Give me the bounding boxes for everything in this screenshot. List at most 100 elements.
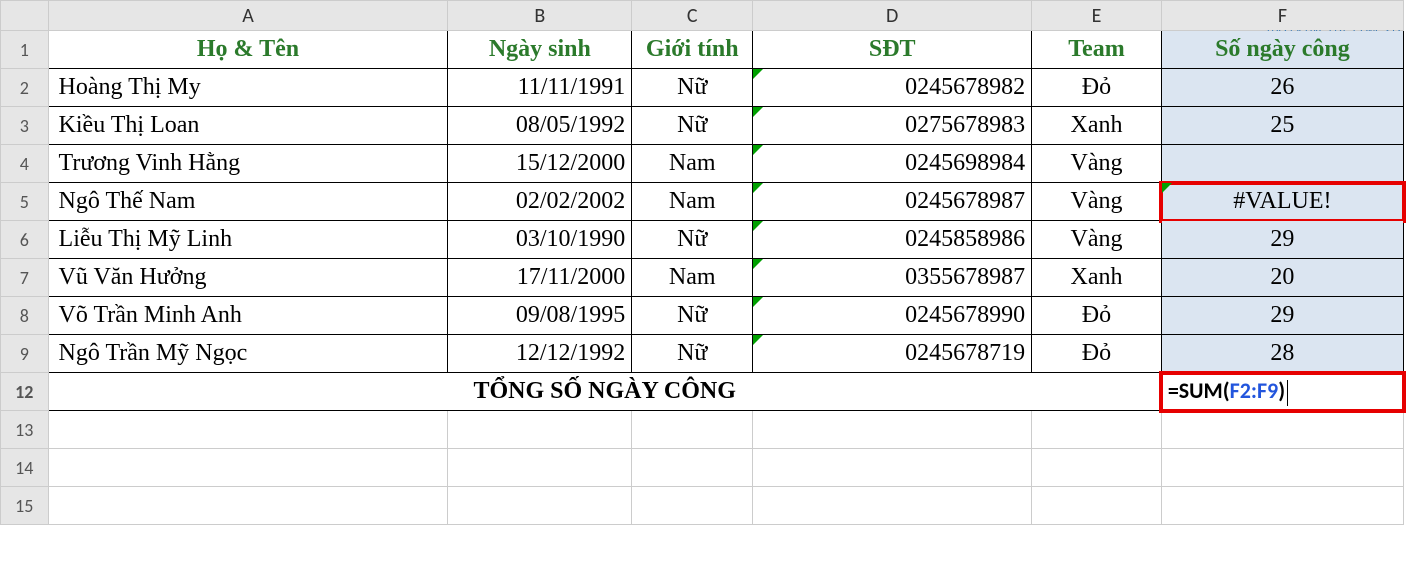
cell-gender[interactable]: Nam [632, 259, 753, 297]
empty-cell[interactable] [1032, 449, 1162, 487]
table-row: 5 Ngô Thế Nam 02/02/2002 Nam 0245678987 … [1, 183, 1404, 221]
total-label-cell[interactable]: TỔNG SỐ NGÀY CÔNG [48, 373, 1161, 411]
row-header[interactable]: 9 [1, 335, 49, 373]
cell-phone[interactable]: 0245678719 [753, 335, 1032, 373]
cell-gender[interactable]: Nữ [632, 221, 753, 259]
row-header[interactable]: 7 [1, 259, 49, 297]
col-header-A[interactable]: A [48, 1, 448, 31]
select-all-corner[interactable] [1, 1, 49, 31]
formula-editing-cell[interactable]: =SUM(F2:F9) [1161, 373, 1403, 411]
row-header[interactable]: 1 [1, 31, 49, 69]
empty-cell[interactable] [1032, 411, 1162, 449]
formula-prefix: =SUM( [1168, 377, 1230, 404]
row-header[interactable]: 12 [1, 373, 49, 411]
empty-cell[interactable] [753, 487, 1032, 525]
header-name[interactable]: Họ & Tên [48, 31, 448, 69]
cell-phone[interactable]: 0275678983 [753, 107, 1032, 145]
cell-team[interactable]: Xanh [1032, 259, 1162, 297]
empty-row: 13 [1, 411, 1404, 449]
cell-phone[interactable]: 0355678987 [753, 259, 1032, 297]
empty-cell[interactable] [48, 487, 448, 525]
cell-name[interactable]: Ngô Thế Nam [48, 183, 448, 221]
cell-gender[interactable]: Nam [632, 183, 753, 221]
cell-dob[interactable]: 15/12/2000 [448, 145, 632, 183]
cell-phone[interactable]: 0245678982 [753, 69, 1032, 107]
empty-cell[interactable] [448, 411, 632, 449]
cell-team[interactable]: Xanh [1032, 107, 1162, 145]
cell-phone[interactable]: 0245678990 [753, 297, 1032, 335]
cell-phone[interactable]: 0245698984 [753, 145, 1032, 183]
cell-team[interactable]: Đỏ [1032, 69, 1162, 107]
col-header-C[interactable]: C [632, 1, 753, 31]
cell-name[interactable]: Vũ Văn Hưởng [48, 259, 448, 297]
cell-dob[interactable]: 09/08/1995 [448, 297, 632, 335]
spreadsheet-grid[interactable]: A B C D E F 1 Họ & Tên Ngày sinh Giới tí… [0, 0, 1404, 525]
header-phone[interactable]: SĐT [753, 31, 1032, 69]
cell-phone[interactable]: 0245678987 [753, 183, 1032, 221]
empty-cell[interactable] [753, 411, 1032, 449]
empty-cell[interactable] [448, 449, 632, 487]
empty-cell[interactable] [48, 449, 448, 487]
header-gender[interactable]: Giới tính [632, 31, 753, 69]
empty-cell[interactable] [753, 449, 1032, 487]
cell-dob[interactable]: 17/11/2000 [448, 259, 632, 297]
empty-cell[interactable] [632, 487, 753, 525]
cell-workdays[interactable]: 29 [1161, 297, 1403, 335]
cell-name[interactable]: Hoàng Thị My [48, 69, 448, 107]
cell-workdays[interactable]: 26 [1161, 69, 1403, 107]
cell-workdays-error[interactable]: #VALUE! [1161, 183, 1403, 221]
empty-cell[interactable] [1161, 411, 1403, 449]
col-header-B[interactable]: B [448, 1, 632, 31]
cell-workdays[interactable]: 20 [1161, 259, 1403, 297]
cell-gender[interactable]: Nam [632, 145, 753, 183]
cell-dob[interactable]: 12/12/1992 [448, 335, 632, 373]
cell-name[interactable]: Ngô Trần Mỹ Ngọc [48, 335, 448, 373]
empty-cell[interactable] [448, 487, 632, 525]
cell-dob[interactable]: 02/02/2002 [448, 183, 632, 221]
empty-cell[interactable] [1032, 487, 1162, 525]
cell-gender[interactable]: Nữ [632, 107, 753, 145]
cell-gender[interactable]: Nữ [632, 297, 753, 335]
row-header[interactable]: 5 [1, 183, 49, 221]
col-header-D[interactable]: D [753, 1, 1032, 31]
cell-workdays[interactable] [1161, 145, 1403, 183]
cell-phone[interactable]: 0245858986 [753, 221, 1032, 259]
empty-cell[interactable] [632, 449, 753, 487]
col-header-F[interactable]: F [1161, 1, 1403, 31]
empty-cell[interactable] [1161, 487, 1403, 525]
cell-gender[interactable]: Nữ [632, 335, 753, 373]
empty-cell[interactable] [632, 411, 753, 449]
header-workdays[interactable]: Số ngày công [1161, 31, 1403, 69]
cell-name[interactable]: Võ Trần Minh Anh [48, 297, 448, 335]
row-header[interactable]: 4 [1, 145, 49, 183]
cell-name[interactable]: Kiều Thị Loan [48, 107, 448, 145]
row-header[interactable]: 6 [1, 221, 49, 259]
cell-workdays[interactable]: 28 [1161, 335, 1403, 373]
row-header[interactable]: 14 [1, 449, 49, 487]
cell-name[interactable]: Liễu Thị Mỹ Linh [48, 221, 448, 259]
cell-dob[interactable]: 08/05/1992 [448, 107, 632, 145]
empty-cell[interactable] [48, 411, 448, 449]
row-header[interactable]: 3 [1, 107, 49, 145]
cell-dob[interactable]: 03/10/1990 [448, 221, 632, 259]
empty-cell[interactable] [1161, 449, 1403, 487]
column-header-row: A B C D E F [1, 1, 1404, 31]
row-header[interactable]: 8 [1, 297, 49, 335]
cell-team[interactable]: Đỏ [1032, 335, 1162, 373]
row-header[interactable]: 13 [1, 411, 49, 449]
header-dob[interactable]: Ngày sinh [448, 31, 632, 69]
row-header[interactable]: 2 [1, 69, 49, 107]
cell-name[interactable]: Trương Vinh Hằng [48, 145, 448, 183]
cell-team[interactable]: Vàng [1032, 183, 1162, 221]
cell-team[interactable]: Đỏ [1032, 297, 1162, 335]
formula-reference: F2:F9 [1230, 377, 1279, 404]
row-header[interactable]: 15 [1, 487, 49, 525]
cell-team[interactable]: Vàng [1032, 145, 1162, 183]
cell-workdays[interactable]: 25 [1161, 107, 1403, 145]
cell-workdays[interactable]: 29 [1161, 221, 1403, 259]
cell-gender[interactable]: Nữ [632, 69, 753, 107]
cell-dob[interactable]: 11/11/1991 [448, 69, 632, 107]
cell-team[interactable]: Vàng [1032, 221, 1162, 259]
col-header-E[interactable]: E [1032, 1, 1162, 31]
header-team[interactable]: Team [1032, 31, 1162, 69]
